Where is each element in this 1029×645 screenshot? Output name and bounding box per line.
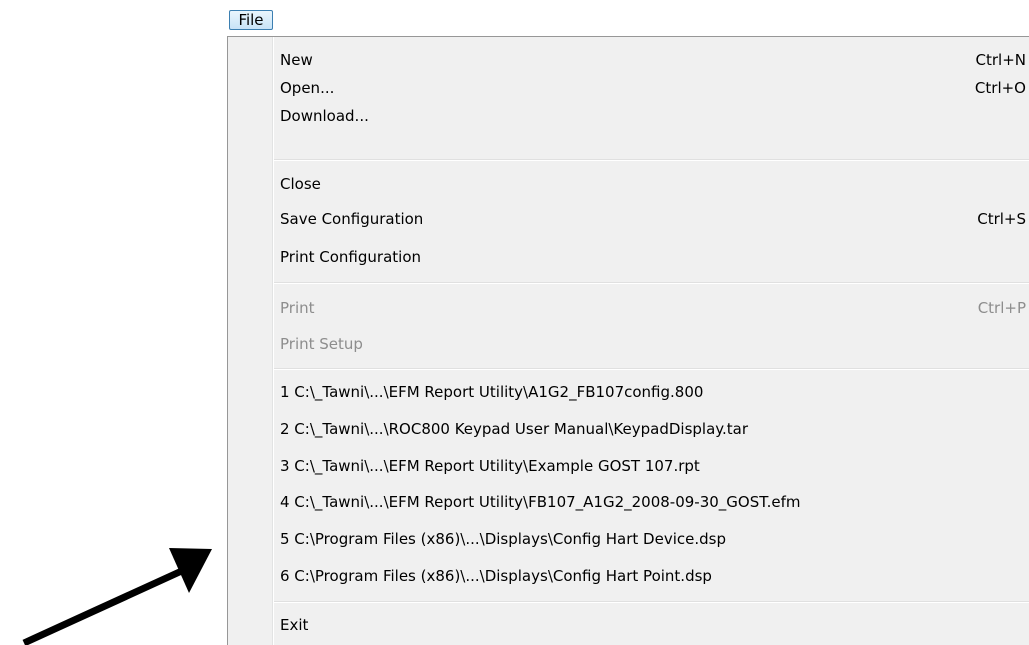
menu-item-label: Print (280, 299, 315, 317)
menu-item-shortcut: Ctrl+S (977, 210, 1026, 228)
menu-item-label: 6 C:\Program Files (x86)\...\Displays\Co… (280, 567, 712, 585)
file-menu-button[interactable]: File (229, 10, 273, 30)
menu-item-label: 2 C:\_Tawni\...\ROC800 Keypad User Manua… (280, 420, 749, 438)
menu-item-label: Print Setup (280, 335, 363, 353)
menu-item-label: Exit (280, 616, 309, 634)
menu-item-label: New (280, 51, 313, 69)
menu-item-download[interactable]: Download... (280, 102, 1026, 130)
file-dropdown-menu: New Ctrl+N Open... Ctrl+O Download... Cl… (227, 36, 1029, 645)
menu-item-recent-file-5[interactable]: 5 C:\Program Files (x86)\...\Displays\Co… (280, 525, 1026, 553)
menu-icon-gutter-highlight (273, 37, 274, 645)
menu-item-label: 1 C:\_Tawni\...\EFM Report Utility\A1G2_… (280, 383, 704, 401)
menu-item-recent-file-1[interactable]: 1 C:\_Tawni\...\EFM Report Utility\A1G2_… (280, 378, 1026, 406)
menu-item-print: Print Ctrl+P (280, 294, 1026, 322)
menu-item-recent-file-6[interactable]: 6 C:\Program Files (x86)\...\Displays\Co… (280, 562, 1026, 590)
menu-item-label: Close (280, 175, 321, 193)
menu-item-print-configuration[interactable]: Print Configuration (280, 243, 1026, 271)
menu-item-label: 5 C:\Program Files (x86)\...\Displays\Co… (280, 530, 726, 548)
menu-item-open[interactable]: Open... Ctrl+O (280, 74, 1026, 102)
menu-separator (274, 601, 1029, 603)
menu-item-shortcut: Ctrl+N (975, 51, 1026, 69)
menu-item-new[interactable]: New Ctrl+N (280, 46, 1026, 74)
menu-item-shortcut: Ctrl+P (977, 299, 1026, 317)
menu-item-recent-file-4[interactable]: 4 C:\_Tawni\...\EFM Report Utility\FB107… (280, 488, 1026, 516)
menu-separator (274, 368, 1029, 370)
menu-separator (274, 282, 1029, 284)
screenshot-stage: File New Ctrl+N Open... Ctrl+O Download.… (0, 0, 1029, 645)
menu-item-close[interactable]: Close (280, 170, 1026, 198)
menu-item-exit[interactable]: Exit (280, 611, 1026, 639)
menu-item-save-configuration[interactable]: Save Configuration Ctrl+S (280, 205, 1026, 233)
menu-item-label: 3 C:\_Tawni\...\EFM Report Utility\Examp… (280, 457, 700, 475)
menu-item-label: Open... (280, 79, 335, 97)
menu-item-label: 4 C:\_Tawni\...\EFM Report Utility\FB107… (280, 493, 801, 511)
menu-item-label: Print Configuration (280, 248, 421, 266)
menu-item-print-setup: Print Setup (280, 330, 1026, 358)
menu-separator (274, 159, 1029, 161)
menu-item-label: Download... (280, 107, 369, 125)
menu-item-recent-file-2[interactable]: 2 C:\_Tawni\...\ROC800 Keypad User Manua… (280, 415, 1026, 443)
menu-item-label: Save Configuration (280, 210, 424, 228)
menu-item-shortcut: Ctrl+O (974, 79, 1026, 97)
menu-item-recent-file-3[interactable]: 3 C:\_Tawni\...\EFM Report Utility\Examp… (280, 452, 1026, 480)
